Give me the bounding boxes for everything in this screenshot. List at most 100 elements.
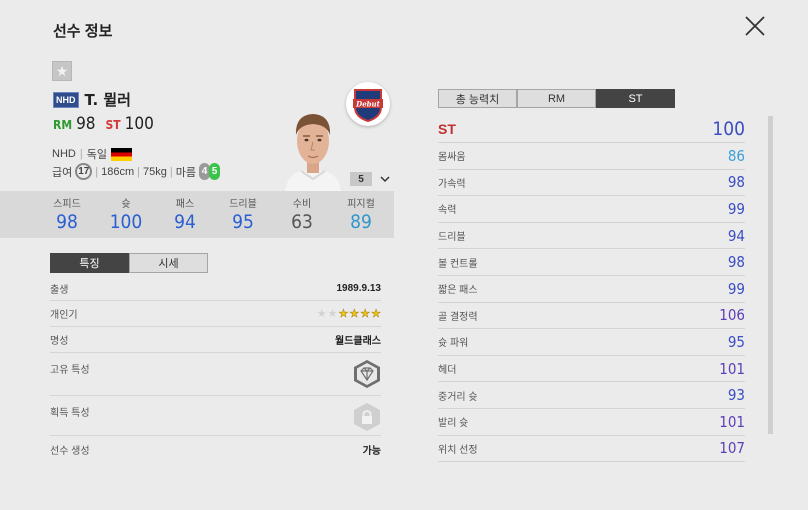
rating-value: 99 xyxy=(727,199,745,218)
stat-value: 100 xyxy=(109,211,143,233)
detail-label: 고유 특성 xyxy=(50,365,90,376)
season-emblem-icon: Debut xyxy=(346,82,390,126)
stat-defending: 수비 63 xyxy=(277,195,327,233)
rating-label: 헤더 xyxy=(438,365,457,377)
stat-label: 수비 xyxy=(292,199,312,210)
salary-value: 17 xyxy=(75,163,93,180)
detail-label: 명성 xyxy=(50,336,69,347)
rating-value: 106 xyxy=(719,306,745,325)
player-name-row: NHD T. 뮐러 xyxy=(53,89,131,110)
divider: | xyxy=(79,148,83,160)
physical-info-row: 급여 17 | 186cm | 75kg | 마름 4 5 xyxy=(52,163,220,180)
level-selector[interactable]: 5 xyxy=(350,172,390,186)
rating-label: 위치 선정 xyxy=(438,444,478,456)
player-name: T. 뮐러 xyxy=(84,91,131,109)
rating-value: 86 xyxy=(727,146,745,165)
star-empty-icon: ★ xyxy=(316,308,327,320)
chevron-down-icon xyxy=(380,175,390,182)
rating-row: 슛 파워 95 xyxy=(438,329,745,356)
rating-row: 볼 컨트롤 98 xyxy=(438,249,745,276)
germany-flag-icon xyxy=(110,147,132,161)
rating-value: 99 xyxy=(727,279,745,298)
rating-row: 드리블 94 xyxy=(438,223,745,250)
stat-value: 89 xyxy=(350,211,372,233)
stat-value: 98 xyxy=(56,211,78,233)
rating-label: 드리블 xyxy=(438,232,466,244)
rating-row: 골 결정력 106 xyxy=(438,303,745,330)
stat-pace: 스피드 98 xyxy=(42,195,92,233)
detail-row-acquired-trait: 획득 특성 xyxy=(50,396,381,436)
star-filled-icon: ★ xyxy=(349,308,360,321)
stat-dribbling: 드리블 95 xyxy=(218,195,268,233)
favorite-star-button[interactable]: ★ xyxy=(52,61,72,81)
rating-value: 94 xyxy=(727,226,745,245)
detail-value: 1989.9.13 xyxy=(336,282,382,294)
star-icon: ★ xyxy=(55,62,69,79)
stat-label: 드리블 xyxy=(229,199,257,210)
rating-value: 95 xyxy=(727,332,745,351)
svg-text:Debut: Debut xyxy=(355,100,381,109)
rating-label: 속력 xyxy=(438,205,457,217)
star-filled-icon: ★ xyxy=(338,308,349,321)
rating-value: 101 xyxy=(719,359,745,378)
position-rm-value: 98 xyxy=(76,114,96,134)
stat-value: 95 xyxy=(232,211,254,233)
detail-row-reputation: 명성 월드클래스 xyxy=(50,327,381,353)
rating-value: 93 xyxy=(727,386,745,405)
stat-shooting: 슛 100 xyxy=(101,195,151,233)
close-icon[interactable] xyxy=(743,14,767,38)
stat-label: 패스 xyxy=(175,199,195,210)
stat-label: 스피드 xyxy=(53,199,81,210)
tab-total-ability[interactable]: 총 능력치 xyxy=(438,89,517,108)
divider: | xyxy=(169,165,173,178)
rating-label: 몸싸움 xyxy=(438,152,466,164)
divider: | xyxy=(137,165,140,178)
rating-row: 중거리 슛 93 xyxy=(438,382,745,409)
nation: 독일 xyxy=(86,149,107,161)
tab-market-price[interactable]: 시세 xyxy=(129,253,208,273)
stat-label: 피지컬 xyxy=(347,199,375,210)
stat-physical: 피지컬 89 xyxy=(336,195,386,233)
detail-label: 출생 xyxy=(50,284,69,296)
rating-row: 몸싸움 86 xyxy=(438,143,745,170)
position-ratings: RM 98 ST 100 xyxy=(53,114,154,134)
club-nation-row: NHD | 독일 xyxy=(52,146,132,162)
rating-label: 발리 슛 xyxy=(438,418,469,430)
detail-value: 가능 xyxy=(362,445,381,457)
height: 186cm xyxy=(101,165,135,178)
rating-row: 위치 선정 107 xyxy=(438,436,745,463)
window-title: 선수 정보 xyxy=(53,23,113,40)
summary-stats-bar: 스피드 98 슛 100 패스 94 드리블 95 수비 63 피지컬 89 xyxy=(0,191,394,238)
detail-list: 출생 1989.9.13 개인기 ★ ★ ★ ★ ★ ★ 명성 월드클래스 고유 특성 획… xyxy=(50,276,381,462)
star-empty-icon: ★ xyxy=(327,308,338,320)
rating-label: 볼 컨트롤 xyxy=(438,258,478,270)
tab-traits[interactable]: 특징 xyxy=(50,253,129,273)
detail-tabs: 특징 시세 xyxy=(50,253,208,273)
rating-row: 가속력 98 xyxy=(438,170,745,197)
star-filled-icon: ★ xyxy=(360,308,371,321)
tab-st[interactable]: ST xyxy=(596,89,675,108)
tab-rm[interactable]: RM xyxy=(517,89,596,108)
salary-label: 급여 xyxy=(52,166,73,179)
level-value: 5 xyxy=(350,172,372,186)
scrollbar-thumb[interactable] xyxy=(768,116,773,434)
player-photo xyxy=(285,114,341,191)
weight: 75kg xyxy=(143,165,167,178)
scrollbar-track[interactable] xyxy=(768,116,773,434)
position-st-label: ST xyxy=(105,118,121,132)
rating-tabs: 총 능력치 RM ST xyxy=(438,89,675,108)
star-filled-icon: ★ xyxy=(371,308,381,321)
body-type: 마름 xyxy=(175,166,196,179)
diamond-trait-icon[interactable] xyxy=(353,359,381,389)
rating-row: ST 100 xyxy=(438,116,745,143)
detail-label: 선수 생성 xyxy=(50,445,90,457)
right-foot-icon: 5 xyxy=(208,163,220,180)
rating-row: 짧은 패스 99 xyxy=(438,276,745,303)
rating-value: 98 xyxy=(727,253,745,272)
detail-value: 월드클래스 xyxy=(335,336,381,347)
divider: | xyxy=(95,165,99,178)
rating-label: ST xyxy=(438,121,456,137)
detail-label: 개인기 xyxy=(50,310,78,321)
detail-row-birth: 출생 1989.9.13 xyxy=(50,276,381,301)
rating-label: 골 결정력 xyxy=(438,311,478,323)
